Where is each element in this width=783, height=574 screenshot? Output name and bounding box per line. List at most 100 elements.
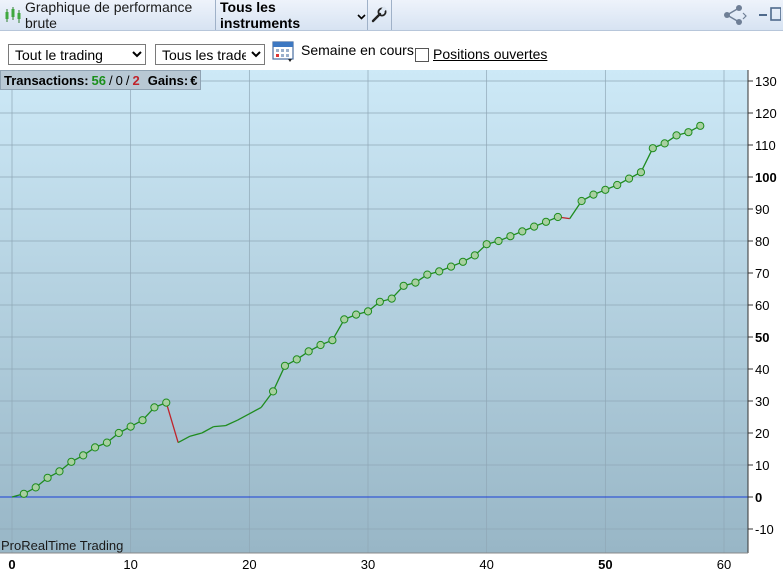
data-point bbox=[328, 336, 337, 345]
y-tick-label: 60 bbox=[755, 298, 769, 313]
data-point bbox=[352, 310, 361, 319]
data-point bbox=[601, 185, 610, 194]
data-point bbox=[387, 294, 396, 303]
x-tick-label: 20 bbox=[242, 557, 256, 571]
data-point bbox=[613, 180, 622, 190]
data-point bbox=[541, 217, 551, 226]
data-point bbox=[292, 355, 301, 364]
data-point bbox=[67, 457, 76, 466]
data-point bbox=[624, 174, 634, 183]
data-point bbox=[672, 131, 681, 140]
toolbar-divider bbox=[391, 0, 392, 30]
control-bar: Tout le trading Tous les trades Semaine … bbox=[0, 31, 783, 70]
y-tick-label: 0 bbox=[755, 490, 762, 505]
data-point bbox=[304, 347, 313, 356]
gains-label: Gains: bbox=[147, 72, 189, 88]
data-point bbox=[399, 281, 408, 290]
candlestick-icon bbox=[3, 5, 23, 25]
instruments-dropdown[interactable]: Tous les instruments bbox=[220, 0, 366, 31]
x-tick-label: 60 bbox=[717, 557, 731, 571]
data-point bbox=[316, 340, 325, 350]
data-point bbox=[684, 128, 693, 137]
data-point bbox=[19, 489, 28, 498]
data-point bbox=[482, 240, 491, 249]
data-point bbox=[423, 270, 432, 279]
toolbar-divider bbox=[215, 0, 216, 30]
open-positions-label[interactable]: Positions ouvertes bbox=[433, 46, 547, 62]
data-point bbox=[375, 297, 384, 306]
data-point bbox=[577, 196, 586, 206]
data-point bbox=[506, 232, 515, 241]
watermark: ProRealTime Trading bbox=[1, 538, 124, 553]
data-point bbox=[150, 403, 159, 412]
top-toolbar: Graphique de performance brute Tous les … bbox=[0, 0, 783, 31]
data-point bbox=[79, 451, 88, 460]
x-tick-label: 30 bbox=[361, 557, 375, 571]
y-tick-label: 50 bbox=[755, 330, 769, 345]
y-tick-label: 40 bbox=[755, 362, 769, 377]
wins-count: 56 bbox=[91, 72, 106, 88]
transactions-label: Transactions: bbox=[4, 72, 89, 88]
gains-value: € bbox=[190, 72, 198, 88]
calendar-icon[interactable] bbox=[272, 39, 296, 63]
data-point bbox=[660, 139, 669, 148]
data-point bbox=[411, 278, 420, 287]
data-point bbox=[435, 267, 444, 276]
data-point bbox=[90, 443, 100, 452]
performance-chart-title[interactable]: Graphique de performance brute bbox=[3, 0, 213, 31]
instruments-label: Tous les instruments bbox=[220, 0, 301, 31]
performance-chart: 130 120 110 100 90 80 70 60 50 40 30 20 10 0 -10 0 10 20… bbox=[0, 70, 783, 572]
data-point bbox=[268, 387, 278, 396]
x-tick-label: 10 bbox=[123, 557, 137, 571]
y-tick-label: 120 bbox=[755, 106, 777, 121]
data-point bbox=[636, 168, 646, 177]
data-point bbox=[363, 307, 373, 316]
data-point bbox=[102, 438, 112, 447]
y-tick-label: 10 bbox=[755, 458, 769, 473]
data-point bbox=[589, 190, 598, 199]
data-point bbox=[494, 236, 503, 246]
data-point bbox=[470, 251, 479, 260]
x-tick-label: 0 bbox=[8, 557, 15, 571]
share-icon[interactable] bbox=[722, 0, 748, 30]
data-point bbox=[648, 144, 657, 153]
chevron-down-icon bbox=[357, 8, 366, 23]
data-point bbox=[518, 227, 527, 236]
trades-select[interactable]: Tous les trades bbox=[155, 44, 265, 65]
y-tick-label: 130 bbox=[755, 74, 777, 89]
y-tick-label: -10 bbox=[755, 522, 774, 537]
y-tick-label: 110 bbox=[755, 138, 776, 153]
y-tick-label: 80 bbox=[755, 234, 769, 249]
chart-title: Graphique de performance brute bbox=[25, 0, 193, 31]
data-point bbox=[280, 361, 290, 370]
stats-separator: / bbox=[125, 72, 130, 88]
x-tick-label: 40 bbox=[479, 557, 493, 571]
window-icon[interactable] bbox=[757, 0, 783, 30]
data-point bbox=[31, 483, 40, 492]
week-label[interactable]: Semaine en cours bbox=[301, 42, 414, 58]
y-tick-label: 30 bbox=[755, 394, 769, 409]
data-point bbox=[458, 257, 468, 266]
wrench-icon[interactable] bbox=[370, 0, 390, 30]
data-point bbox=[446, 262, 456, 271]
x-tick-label: 50 bbox=[598, 557, 612, 571]
data-point bbox=[126, 422, 135, 431]
plot-background bbox=[0, 70, 748, 553]
data-point bbox=[55, 467, 64, 476]
y-tick-label: 70 bbox=[755, 266, 769, 281]
y-tick-label: 90 bbox=[755, 202, 769, 217]
neutral-count: 0 bbox=[115, 72, 123, 88]
y-tick-label: 100 bbox=[755, 170, 777, 185]
chart-svg: 1301201101009080706050403020100-10 0 10 20… bbox=[0, 70, 777, 572]
stats-box: Transactions: 56 / 0 / 2 Gains: € bbox=[0, 70, 202, 90]
data-point bbox=[530, 222, 539, 231]
losses-count: 2 bbox=[132, 72, 140, 88]
data-point bbox=[43, 473, 52, 482]
data-point bbox=[553, 212, 562, 222]
data-point bbox=[114, 428, 123, 438]
y-tick-label: 20 bbox=[755, 426, 769, 441]
period-select[interactable]: Tout le trading bbox=[8, 44, 146, 65]
toolbar-divider bbox=[367, 0, 368, 30]
open-positions-checkbox[interactable] bbox=[415, 48, 429, 62]
stats-separator: / bbox=[109, 72, 113, 88]
